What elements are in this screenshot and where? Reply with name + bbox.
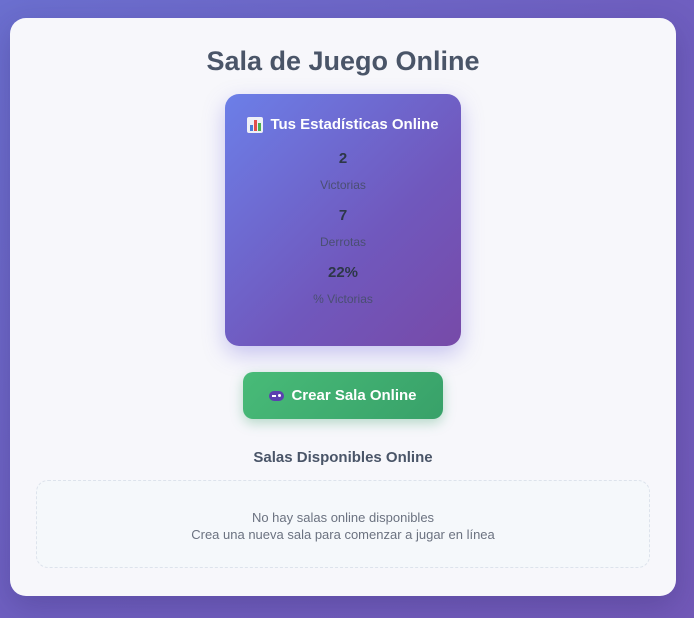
rooms-empty-state: No hay salas online disponibles Crea una… [36, 480, 650, 568]
create-room-label: Crear Sala Online [291, 387, 417, 404]
wins-label: Victorias [320, 178, 366, 192]
create-online-room-button[interactable]: Crear Sala Online [243, 372, 443, 419]
win-rate-label: % Victorias [313, 292, 373, 306]
stats-heading: Tus Estadísticas Online [225, 116, 461, 133]
gamepad-icon [269, 390, 285, 401]
game-room-panel: Sala de Juego Online Tus Estadísticas On… [10, 18, 676, 596]
online-stats-card: Tus Estadísticas Online 2 Victorias 7 De… [225, 94, 461, 346]
wins-value: 2 [338, 150, 348, 167]
empty-state-title: No hay salas online disponibles [251, 510, 435, 525]
page-title: Sala de Juego Online [206, 46, 480, 76]
losses-value: 7 [338, 207, 348, 224]
win-rate-value: 22% [327, 264, 359, 281]
available-rooms-heading: Salas Disponibles Online [253, 449, 433, 466]
stats-heading-label: Tus Estadísticas Online [270, 116, 439, 133]
losses-label: Derrotas [319, 235, 366, 249]
empty-state-hint: Crea una nueva sala para comenzar a juga… [191, 527, 495, 542]
bar-chart-icon [247, 116, 264, 133]
